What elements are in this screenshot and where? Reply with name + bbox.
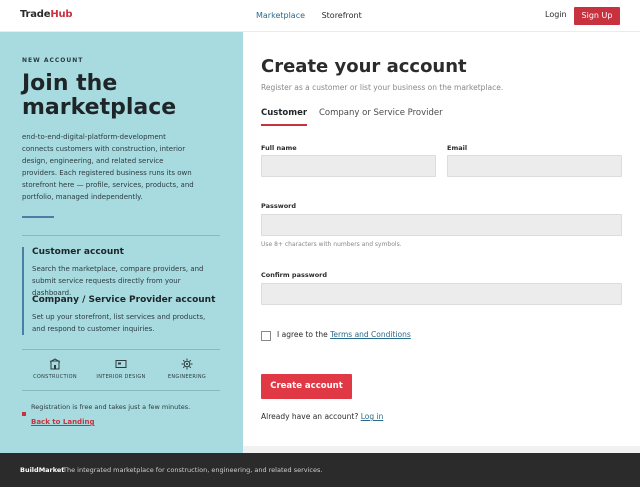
tab-company[interactable]: Company or Service Provider xyxy=(319,108,443,124)
login-prompt: Already have an account? Log in xyxy=(261,412,384,421)
terms-checkbox[interactable] xyxy=(261,331,271,341)
section-separator xyxy=(243,446,640,453)
category-construction: CONSTRUCTION xyxy=(22,358,88,380)
building-icon xyxy=(49,358,61,370)
divider xyxy=(22,235,220,236)
form-title: Create your account xyxy=(261,56,467,77)
account-desc: Search the marketplace, compare provider… xyxy=(32,265,204,297)
confirm-password-label: Confirm password xyxy=(261,271,328,279)
create-account-button[interactable]: Create account xyxy=(261,374,352,399)
terms-label: I agree to the Terms and Conditions xyxy=(277,330,411,339)
terms-link[interactable]: Terms and Conditions xyxy=(330,330,411,339)
confirm-password-field[interactable] xyxy=(261,283,622,305)
email-field[interactable] xyxy=(447,155,622,177)
main-nav: Marketplace Storefront xyxy=(256,11,376,20)
eyebrow-label: NEW ACCOUNT xyxy=(22,57,84,64)
account-title: Customer account xyxy=(32,247,124,257)
password-hint: Use 8+ characters with numbers and symbo… xyxy=(261,241,402,248)
form-subtitle: Register as a customer or list your busi… xyxy=(261,83,504,92)
registration-note: Registration is free and takes just a fe… xyxy=(31,403,191,411)
footer-text: The integrated marketplace for construct… xyxy=(63,466,323,474)
top-navbar: TradeHub Marketplace Storefront Login Si… xyxy=(0,0,640,32)
info-panel: NEW ACCOUNT Join the marketplace end-to-… xyxy=(0,32,243,453)
full-name-field[interactable] xyxy=(261,155,436,177)
hero-description: end-to-end-digital-platform-development … xyxy=(22,133,194,201)
login-link[interactable]: Login xyxy=(545,10,567,19)
note-dot xyxy=(22,412,26,416)
hero-title: Join the marketplace xyxy=(22,71,177,120)
category-interior-design: INTERIOR DESIGN xyxy=(88,358,154,380)
signup-button[interactable]: Sign Up xyxy=(574,7,620,25)
full-name-label: Full name xyxy=(261,144,297,152)
gear-icon xyxy=(181,358,193,370)
divider xyxy=(22,390,220,391)
company-account-info: Company / Service Provider account Set u… xyxy=(22,295,220,335)
password-label: Password xyxy=(261,202,297,210)
account-title: Company / Service Provider account xyxy=(32,295,216,305)
nav-storefront[interactable]: Storefront xyxy=(322,11,362,20)
password-field[interactable] xyxy=(261,214,622,236)
email-label: Email xyxy=(447,144,468,152)
footer: BuildMarket The integrated marketplace f… xyxy=(0,453,640,487)
login-link[interactable]: Log in xyxy=(361,412,384,421)
logo[interactable]: TradeHub xyxy=(20,9,73,20)
accent-bar xyxy=(22,216,54,218)
account-desc: Set up your storefront, list services an… xyxy=(32,313,206,333)
footer-brand: BuildMarket xyxy=(20,466,65,474)
nav-marketplace[interactable]: Marketplace xyxy=(256,11,305,20)
signup-form: Create your account Register as a custom… xyxy=(243,32,640,446)
category-engineering: ENGINEERING xyxy=(154,358,220,380)
frame-icon xyxy=(115,360,127,368)
tab-customer[interactable]: Customer xyxy=(261,108,308,126)
customer-account-info: Customer account Search the marketplace,… xyxy=(22,247,220,299)
category-icons: CONSTRUCTION INTERIOR DESIGN ENGINEERING xyxy=(22,358,220,388)
divider xyxy=(22,349,220,350)
back-to-landing-link[interactable]: Back to Landing xyxy=(31,418,94,426)
